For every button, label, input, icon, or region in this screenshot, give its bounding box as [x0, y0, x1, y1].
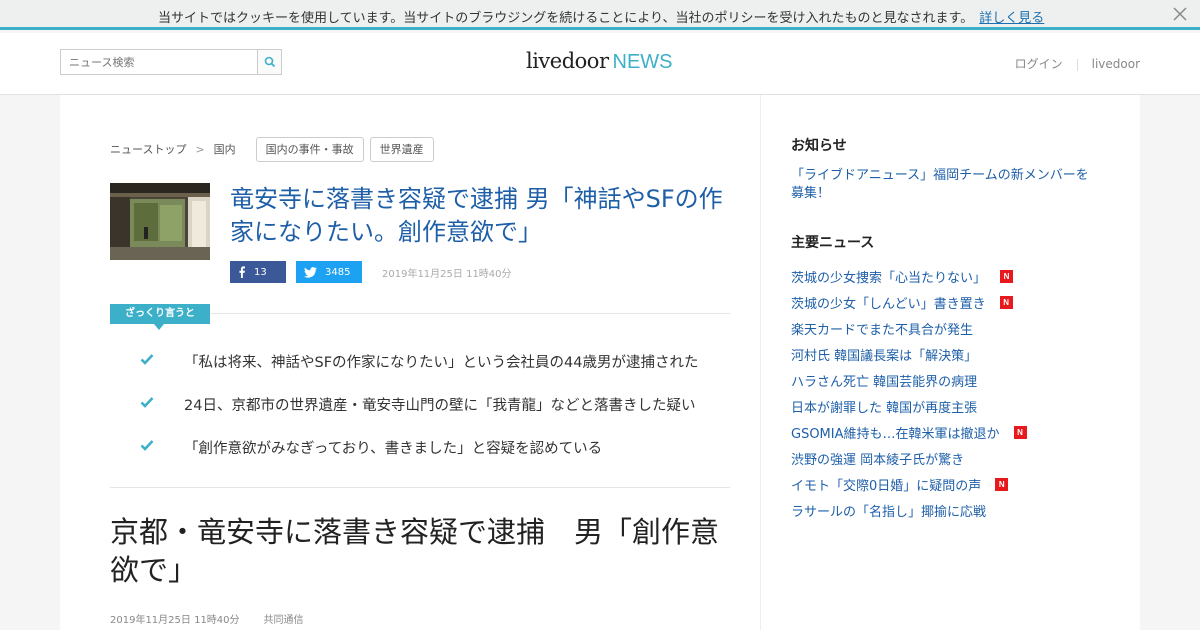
news-item-title: 河村氏 韓国議長案は「解決策」 — [791, 348, 978, 364]
news-item[interactable]: ラサールの「名指し」揶揄に応戦 — [791, 497, 1121, 523]
new-badge: N — [1000, 269, 1014, 283]
summary-point: 24日、京都市の世界遺産・竜安寺山門の壁に「我青龍」などと落書きした疑い — [140, 394, 740, 416]
summary-point: 「私は将来、神話やSFの作家になりたい」という会社員の44歳男が逮捕された — [140, 351, 740, 373]
breadcrumb: ニューストップ > 国内 国内の事件・事故 世界遺産 — [110, 136, 434, 162]
new-badge: N — [999, 295, 1013, 309]
news-item-title: GSOMIA維持も…在韓米軍は撤退か — [791, 426, 1000, 442]
check-icon — [140, 440, 154, 451]
tag-incident[interactable]: 国内の事件・事故 — [255, 136, 364, 162]
news-item[interactable]: 茨城の少女「しんどい」書き置き N — [791, 289, 1121, 315]
news-item[interactable]: 日本が謝罪した 韓国が再度主張 — [791, 393, 1121, 419]
news-item[interactable]: 茨城の少女捜索「心当たりない」 N — [791, 263, 1121, 289]
news-item-title: 渋野の強運 岡本綾子氏が驚き — [791, 452, 965, 468]
breadcrumb-top[interactable]: ニューストップ — [110, 141, 186, 157]
cookie-message: 当サイトではクッキーを使用しています。当サイトのブラウジングを続けることにより、… — [158, 7, 1044, 26]
cookie-message-text: 当サイトではクッキーを使用しています。当サイトのブラウジングを続けることにより、… — [158, 11, 974, 26]
new-badge: N — [1013, 425, 1027, 439]
article-title: 京都・竜安寺に落書き容疑で逮捕 男「創作意欲で」 — [110, 515, 720, 587]
top-news-list: 茨城の少女捜索「心当たりない」 N 茨城の少女「しんどい」書き置き N 楽天カードでまた… — [791, 263, 1121, 523]
facebook-count: 13 — [254, 266, 267, 278]
news-item[interactable]: 河村氏 韓国議長案は「解決策」 — [791, 341, 1121, 367]
header-divider — [1076, 58, 1078, 71]
news-item-title: 茨城の少女「しんどい」書き置き — [791, 296, 986, 312]
check-icon — [140, 354, 154, 365]
news-item[interactable]: 渋野の強運 岡本綾子氏が驚き — [791, 445, 1121, 471]
news-item-title: 茨城の少女捜索「心当たりない」 — [791, 270, 987, 286]
twitter-share-button[interactable]: 3485 — [296, 261, 362, 283]
article-meta: 2019年11月25日 11時40分 共同通信 — [110, 611, 304, 626]
news-item[interactable]: イモト「交際0日婚」に疑問の声 N — [791, 471, 1121, 497]
twitter-icon — [304, 266, 317, 278]
news-item-title: ハラさん死亡 韓国芸能界の病理 — [791, 374, 978, 390]
login-link[interactable]: ログイン — [1015, 57, 1063, 71]
article-divider — [110, 487, 730, 488]
news-item-title: 楽天カードでまた不具合が発生 — [791, 322, 974, 338]
news-item-title: 日本が謝罪した 韓国が再度主張 — [791, 400, 978, 416]
notice-link[interactable]: 「ライブドアニュース」福岡チームの新メンバーを募集！ — [791, 167, 1101, 203]
tag-world-heritage[interactable]: 世界遺産 — [369, 136, 434, 162]
cookie-details-link[interactable]: 詳しく見る — [979, 11, 1044, 26]
sidebar: お知らせ 「ライブドアニュース」福岡チームの新メンバーを募集！ 主要ニュース 茨… — [760, 95, 1140, 630]
header-nav: ログイン livedoor — [1015, 55, 1140, 72]
search-icon — [264, 56, 276, 68]
search-form — [60, 49, 282, 75]
article-date: 2019年11月25日 11時40分 — [110, 615, 240, 626]
summary-point-text: 「私は将来、神話やSFの作家になりたい」という会社員の44歳男が逮捕された — [184, 355, 699, 371]
cookie-banner: 当サイトではクッキーを使用しています。当サイトのブラウジングを続けることにより、… — [0, 0, 1200, 30]
news-item-title: ラサールの「名指し」揶揄に応戦 — [791, 504, 987, 520]
summary-point-text: 24日、京都市の世界遺産・竜安寺山門の壁に「我青龍」などと落書きした疑い — [184, 398, 696, 414]
article-source[interactable]: 共同通信 — [264, 615, 304, 626]
news-item[interactable]: GSOMIA維持も…在韓米軍は撤退か N — [791, 419, 1121, 445]
site-logo[interactable]: livedoor NEWS — [526, 49, 673, 77]
publish-date: 2019年11月25日 11時40分 — [382, 268, 512, 280]
logo-news: NEWS — [612, 51, 673, 73]
chevron-right-icon: > — [195, 142, 205, 156]
article-thumbnail[interactable] — [110, 183, 210, 260]
facebook-share-button[interactable]: 13 — [230, 261, 286, 283]
top-news-heading: 主要ニュース — [791, 235, 875, 251]
news-item[interactable]: ハラさん死亡 韓国芸能界の病理 — [791, 367, 1121, 393]
search-button[interactable] — [257, 50, 281, 74]
summary-label: ざっくり言うと — [110, 304, 210, 330]
news-item[interactable]: 楽天カードでまた不具合が発生 — [791, 315, 1121, 341]
site-header: livedoorNEWS ログインlivedoor — [0, 33, 1200, 95]
check-icon — [140, 397, 154, 408]
logo-livedoor: livedoor — [526, 49, 609, 73]
article-headline[interactable]: 竜安寺に落書き容疑で逮捕 男「神話やSFの作家になりたい。創作意欲で」 — [230, 183, 730, 249]
notice-heading: お知らせ — [791, 138, 847, 154]
summary-point-text: 「創作意欲がみなぎっており、書きました」と容疑を認めている — [184, 441, 603, 457]
summary-point: 「創作意欲がみなぎっており、書きました」と容疑を認めている — [140, 437, 740, 459]
share-row: 13 3485 2019年11月25日 11時40分 — [230, 261, 512, 283]
breadcrumb-category[interactable]: 国内 — [214, 141, 236, 157]
news-item-title: イモト「交際0日婚」に疑問の声 — [791, 478, 982, 494]
main-content: ニューストップ > 国内 国内の事件・事故 世界遺産 竜安寺に落書き容疑で逮捕 … — [60, 95, 760, 630]
search-input[interactable] — [61, 50, 257, 74]
livedoor-link[interactable]: livedoor — [1092, 57, 1140, 71]
facebook-icon — [239, 266, 245, 278]
new-badge: N — [995, 477, 1009, 491]
twitter-count: 3485 — [325, 266, 351, 278]
close-icon[interactable] — [1170, 4, 1190, 24]
